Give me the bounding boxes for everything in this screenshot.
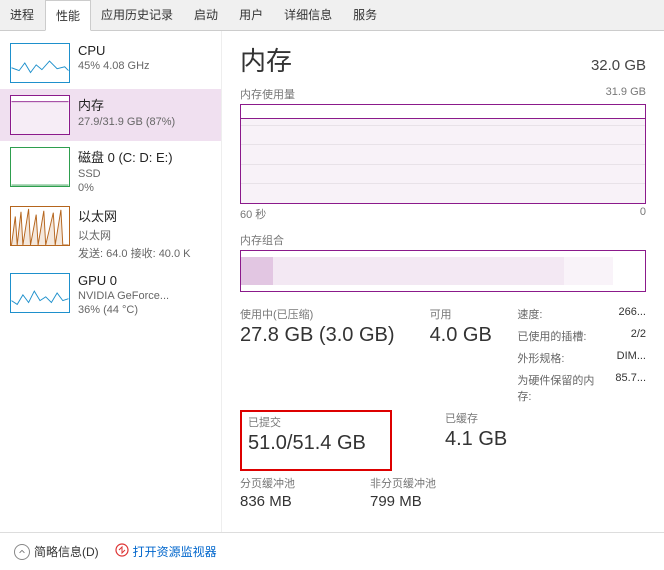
sidebar-item-gpu[interactable]: GPU 0 NVIDIA GeForce... 36% (44 °C) xyxy=(0,267,221,322)
usage-max: 31.9 GB xyxy=(606,86,646,102)
memory-total: 32.0 GB xyxy=(591,57,646,74)
x-left: 60 秒 xyxy=(240,206,266,222)
gpu-thumb xyxy=(10,273,70,313)
page-title: 内存 xyxy=(240,41,292,78)
tab-startup[interactable]: 启动 xyxy=(184,0,229,30)
disk-sub: SSD xyxy=(78,168,173,180)
sidebar-item-cpu[interactable]: CPU 45% 4.08 GHz xyxy=(0,37,221,89)
memory-thumb xyxy=(10,95,70,135)
disk-thumb xyxy=(10,147,70,187)
gpu-sub: NVIDIA GeForce... xyxy=(78,290,169,302)
ethernet-sub: 以太网 xyxy=(78,227,191,243)
stat-paged-pool: 分页缓冲池 836 MB xyxy=(240,475,352,510)
tab-services[interactable]: 服务 xyxy=(343,0,388,30)
tab-processes[interactable]: 进程 xyxy=(0,0,45,30)
cpu-title: CPU xyxy=(78,43,150,58)
disk-sub2: 0% xyxy=(78,182,173,194)
ethernet-title: 以太网 xyxy=(78,206,191,225)
gpu-sub2: 36% (44 °C) xyxy=(78,304,169,316)
main-panel: 内存 32.0 GB 内存使用量 31.9 GB 60 秒 0 内存组合 xyxy=(222,31,664,532)
open-resource-monitor-link[interactable]: 打开资源监视器 xyxy=(115,543,217,560)
cpu-thumb xyxy=(10,43,70,83)
usage-label: 内存使用量 xyxy=(240,86,295,102)
stat-nonpaged-pool: 非分页缓冲池 799 MB xyxy=(370,475,436,510)
chevron-up-icon xyxy=(14,544,30,560)
sidebar-item-memory[interactable]: 内存 27.9/31.9 GB (87%) xyxy=(0,89,221,141)
stat-cached: 已缓存 4.1 GB xyxy=(445,410,522,451)
sidebar-item-disk[interactable]: 磁盘 0 (C: D: E:) SSD 0% xyxy=(0,141,221,200)
gpu-title: GPU 0 xyxy=(78,273,169,288)
memory-title: 内存 xyxy=(78,95,175,114)
memory-usage-chart xyxy=(240,104,646,204)
cpu-sub: 45% 4.08 GHz xyxy=(78,60,150,72)
monitor-icon xyxy=(115,543,129,560)
tab-bar: 进程 性能 应用历史记录 启动 用户 详细信息 服务 xyxy=(0,0,664,31)
stat-committed: 已提交 51.0/51.4 GB xyxy=(248,414,366,455)
x-right: 0 xyxy=(640,206,646,222)
ethernet-sub2: 发送: 64.0 接收: 40.0 K xyxy=(78,245,191,261)
footer: 简略信息(D) 打开资源监视器 xyxy=(0,532,664,570)
memory-sub: 27.9/31.9 GB (87%) xyxy=(78,116,175,128)
stat-in-use: 使用中(已压缩) 27.8 GB (3.0 GB) xyxy=(240,306,412,347)
stat-available: 可用 4.0 GB xyxy=(430,306,500,347)
tab-performance[interactable]: 性能 xyxy=(45,0,91,31)
tab-users[interactable]: 用户 xyxy=(229,0,274,30)
tab-app-history[interactable]: 应用历史记录 xyxy=(91,0,184,30)
brief-info-link[interactable]: 简略信息(D) xyxy=(14,543,99,560)
tab-details[interactable]: 详细信息 xyxy=(274,0,343,30)
sidebar: CPU 45% 4.08 GHz 内存 27.9/31.9 GB (87%) 磁… xyxy=(0,31,222,532)
sidebar-item-ethernet[interactable]: 以太网 以太网 发送: 64.0 接收: 40.0 K xyxy=(0,200,221,267)
memory-composition-chart xyxy=(240,250,646,292)
memory-details: 速度:266... 已使用的插槽:2/2 外形规格:DIM... 为硬件保留的内… xyxy=(517,306,646,410)
disk-title: 磁盘 0 (C: D: E:) xyxy=(78,147,173,166)
comp-label: 内存组合 xyxy=(240,232,284,248)
stat-committed-highlight: 已提交 51.0/51.4 GB xyxy=(240,410,392,471)
ethernet-thumb xyxy=(10,206,70,246)
